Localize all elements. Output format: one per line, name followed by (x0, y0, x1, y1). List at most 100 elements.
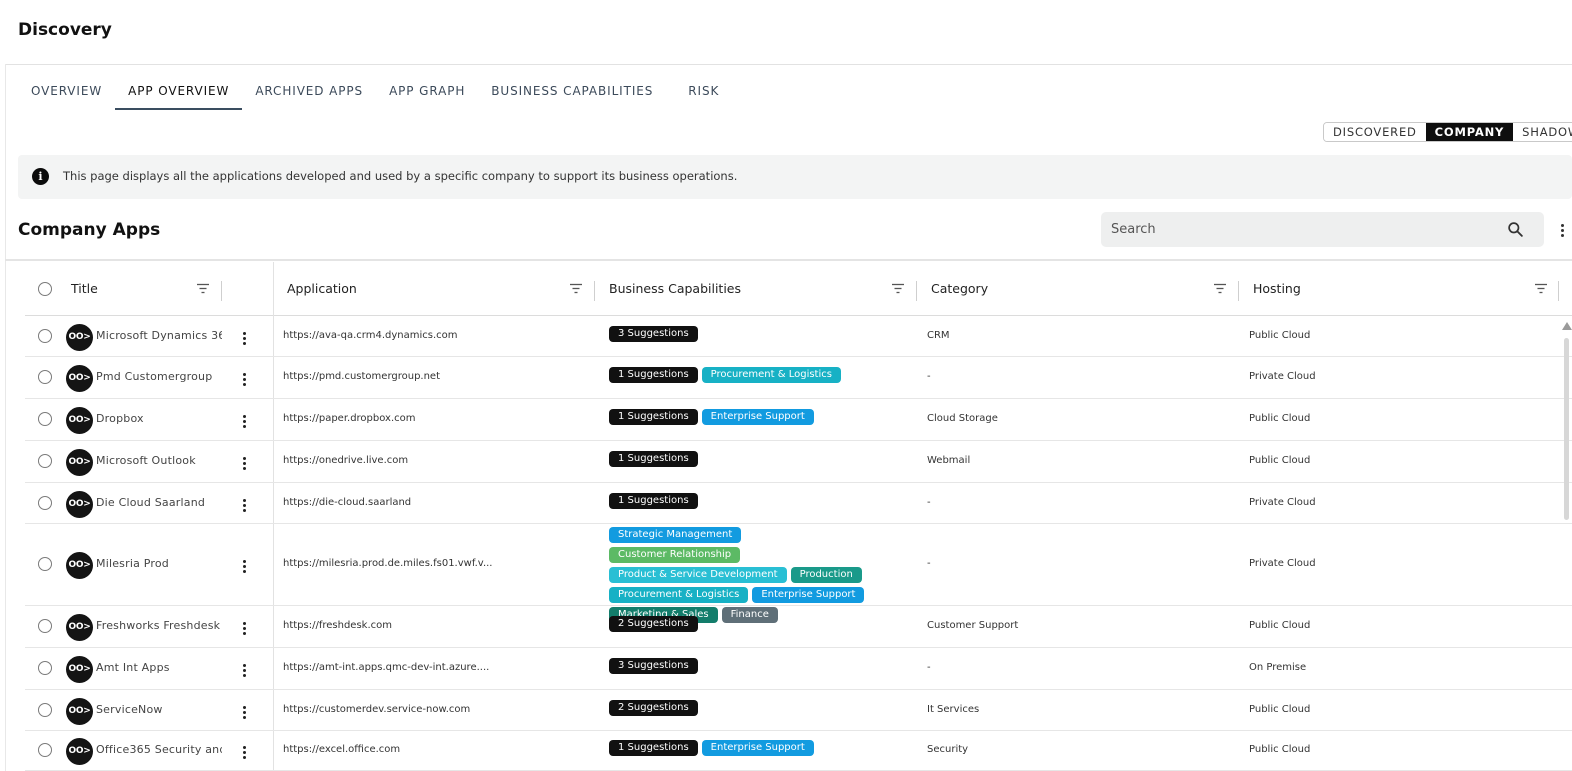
column-divider (1558, 281, 1559, 301)
app-title[interactable]: ServiceNow (96, 703, 222, 716)
row-more-icon[interactable] (241, 372, 247, 386)
app-title[interactable]: Pmd Customergroup (96, 370, 222, 383)
row-more-icon[interactable] (241, 498, 247, 512)
tab-risk[interactable]: RISK (675, 76, 732, 110)
column-header-title[interactable]: Title (71, 262, 98, 316)
hosting-value: Public Cloud (1249, 455, 1311, 466)
filter-icon[interactable] (892, 283, 904, 294)
filter-icon[interactable] (197, 283, 209, 294)
row-more-icon[interactable] (241, 559, 247, 573)
capability-chip[interactable]: Customer Relationship (609, 547, 741, 563)
table-row[interactable]: OO> Die Cloud Saarland https://die-cloud.s… (25, 483, 1572, 524)
tab-archived-apps[interactable]: ARCHIVED APPS (242, 76, 376, 110)
app-title[interactable]: Amt Int Apps (96, 661, 222, 674)
info-icon: i (32, 168, 49, 185)
filter-icon[interactable] (570, 283, 582, 294)
table-row[interactable]: OO> Milesria Prod https://milesria.prod.de… (25, 524, 1572, 623)
capability-chip[interactable]: Enterprise Support (752, 587, 865, 603)
row-select-radio[interactable] (38, 496, 52, 510)
capability-chips: 1 Suggestions (609, 451, 909, 467)
app-logo: OO> (66, 449, 93, 476)
column-header-business-capabilities[interactable]: Business Capabilities (609, 262, 741, 316)
section-title: Company Apps (18, 220, 161, 240)
row-select-radio[interactable] (38, 557, 52, 571)
table-row[interactable]: OO>Office365 Security and Co https://exce… (25, 731, 1572, 771)
suggestions-badge[interactable]: 2 Suggestions (609, 616, 698, 632)
toggle-shadow[interactable]: SHADOW (1513, 123, 1572, 141)
suggestions-badge[interactable]: 3 Suggestions (609, 326, 698, 342)
filter-icon[interactable] (1214, 283, 1226, 294)
suggestions-badge[interactable]: 1 Suggestions (609, 493, 698, 509)
row-select-radio[interactable] (38, 370, 52, 384)
row-select-radio[interactable] (38, 329, 52, 343)
table-row[interactable]: OO> Pmd Customergroup https://pmd.customer… (25, 357, 1572, 399)
row-select-radio[interactable] (38, 619, 52, 633)
app-title[interactable]: Office365 Security and Co (96, 743, 222, 756)
table-row[interactable]: OO> Amt Int Apps https://amt-int.apps.qmc-… (25, 648, 1572, 690)
row-select-radio[interactable] (38, 703, 52, 717)
suggestions-badge[interactable]: 1 Suggestions (609, 451, 698, 467)
row-more-icon[interactable] (241, 456, 247, 470)
table-header: Title Application Business Capabilities … (25, 262, 1572, 316)
hosting-value: Public Cloud (1249, 413, 1311, 424)
vertical-scrollbar[interactable] (1564, 338, 1569, 520)
toggle-company[interactable]: COMPANY (1425, 123, 1514, 141)
row-more-icon[interactable] (241, 331, 247, 345)
row-more-icon[interactable] (241, 705, 247, 719)
suggestions-badge[interactable]: 3 Suggestions (609, 658, 698, 674)
select-all-radio[interactable] (38, 282, 52, 296)
column-header-category[interactable]: Category (931, 262, 988, 316)
app-logo: OO> (66, 407, 93, 434)
column-header-application[interactable]: Application (287, 262, 357, 316)
hosting-value: Public Cloud (1249, 620, 1311, 631)
app-title[interactable]: Dropbox (96, 412, 222, 425)
capability-chip[interactable]: Production (790, 567, 862, 583)
column-divider (221, 281, 222, 301)
more-options-icon[interactable] (1557, 221, 1567, 239)
capability-chip[interactable]: Enterprise Support (701, 740, 814, 756)
suggestions-badge[interactable]: 1 Suggestions (609, 740, 698, 756)
tab-app-overview[interactable]: APP OVERVIEW (115, 76, 243, 110)
hosting-value: Private Cloud (1249, 371, 1316, 382)
app-title[interactable]: Freshworks Freshdesk (96, 619, 222, 632)
app-title[interactable]: Microsoft Dynamics 365 (96, 329, 222, 342)
table-row[interactable]: OO> Microsoft Outlook https://onedrive.liv… (25, 441, 1572, 483)
capability-chip[interactable]: Procurement & Logistics (609, 587, 749, 603)
tab-app-graph[interactable]: APP GRAPH (376, 76, 478, 110)
row-more-icon[interactable] (241, 663, 247, 677)
page-title: Discovery (18, 20, 112, 40)
search-icon[interactable] (1507, 221, 1524, 238)
tab-bar: OVERVIEW APP OVERVIEW ARCHIVED APPS APP … (18, 76, 732, 110)
table-row[interactable]: OO> Dropbox https://paper.dropbox.com 1 Sug… (25, 399, 1572, 441)
tab-business-capabilities[interactable]: BUSINESS CAPABILITIES (478, 76, 675, 110)
app-logo: OO> (66, 614, 93, 641)
suggestions-badge[interactable]: 1 Suggestions (609, 367, 698, 383)
row-select-radio[interactable] (38, 743, 52, 757)
row-more-icon[interactable] (241, 621, 247, 635)
table-row[interactable]: OO> Freshworks Freshdesk https://freshdesk… (25, 606, 1572, 648)
filter-icon[interactable] (1535, 283, 1547, 294)
column-header-hosting[interactable]: Hosting (1253, 262, 1301, 316)
table-row[interactable]: OO> Microsoft Dynamics 365 https://ava-qa.… (25, 317, 1572, 357)
capability-chip[interactable]: Enterprise Support (701, 409, 814, 425)
app-title[interactable]: Microsoft Outlook (96, 454, 222, 467)
table-row[interactable]: OO> ServiceNow https://customerdev.service… (25, 690, 1572, 731)
app-title[interactable]: Milesria Prod (96, 557, 222, 570)
tab-overview[interactable]: OVERVIEW (18, 76, 115, 110)
capability-chip[interactable]: Product & Service Development (609, 567, 787, 583)
row-select-radio[interactable] (38, 661, 52, 675)
capability-chip[interactable]: Procurement & Logistics (701, 367, 841, 383)
suggestions-badge[interactable]: 1 Suggestions (609, 409, 698, 425)
category-value: - (927, 497, 931, 508)
row-select-radio[interactable] (38, 412, 52, 426)
capability-chip[interactable]: Strategic Management (609, 527, 742, 543)
row-select-radio[interactable] (38, 454, 52, 468)
search-input[interactable] (1111, 212, 1491, 247)
suggestions-badge[interactable]: 2 Suggestions (609, 700, 698, 716)
scroll-up-arrow[interactable] (1562, 322, 1572, 330)
app-title[interactable]: Die Cloud Saarland (96, 496, 222, 509)
toggle-discovered[interactable]: DISCOVERED (1324, 123, 1426, 141)
row-more-icon[interactable] (241, 414, 247, 428)
category-value: Security (927, 744, 969, 755)
row-more-icon[interactable] (241, 745, 247, 759)
